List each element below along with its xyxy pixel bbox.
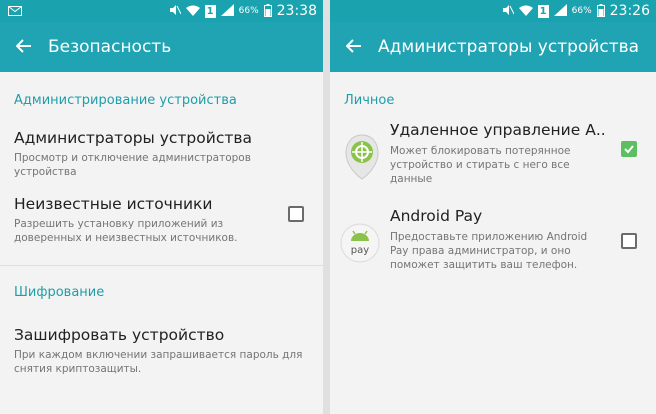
wifi-icon xyxy=(185,5,200,18)
battery-icon xyxy=(596,3,605,19)
admin-item-remote-control[interactable]: Удаленное управление А.. Может блокирова… xyxy=(330,119,656,207)
battery-percent: 66% xyxy=(238,6,259,16)
clock: 23:38 xyxy=(276,3,317,19)
admin-item-android-pay[interactable]: pay Android Pay Предоставьте приложению … xyxy=(330,207,656,272)
item-title: Удаленное управление А.. xyxy=(390,121,606,139)
item-subtitle: Предоставьте приложению Android Pay прав… xyxy=(390,231,588,271)
signal-icon xyxy=(553,4,567,18)
back-button[interactable] xyxy=(330,22,378,72)
status-bar: 1 66% 23:26 xyxy=(330,0,656,22)
unknown-sources-checkbox[interactable] xyxy=(288,206,304,222)
item-title: Администраторы устройства xyxy=(14,129,253,147)
status-bar: 1 66% 23:38 xyxy=(0,0,323,22)
item-subtitle: Просмотр и отключение администраторов ус… xyxy=(14,152,251,178)
item-subtitle: Может блокировать потерянное устройство … xyxy=(390,145,571,185)
back-arrow-icon xyxy=(345,38,362,57)
section-header-encryption: Шифрование xyxy=(14,285,105,300)
android-pay-icon-label: pay xyxy=(351,245,369,256)
mute-icon xyxy=(169,4,182,18)
section-header-device-admin: Администрирование устройства xyxy=(14,93,237,108)
screenshot-separator xyxy=(323,0,330,414)
app-bar: Безопасность xyxy=(0,22,323,72)
section-header-personal: Личное xyxy=(344,93,395,108)
item-title: Android Pay xyxy=(390,207,483,225)
android-pay-checkbox[interactable] xyxy=(621,233,637,249)
item-title: Зашифровать устройство xyxy=(14,326,225,344)
mute-icon xyxy=(502,4,515,18)
signal-icon xyxy=(220,4,234,18)
battery-icon xyxy=(263,3,272,19)
android-pay-icon: pay xyxy=(340,223,380,263)
item-subtitle: При каждом включении запрашивается парол… xyxy=(14,349,303,375)
item-subtitle: Разрешить установку приложений из довере… xyxy=(14,218,238,244)
back-button[interactable] xyxy=(0,22,48,72)
find-device-icon xyxy=(342,133,382,180)
battery-percent: 66% xyxy=(571,6,592,16)
remote-control-checkbox[interactable] xyxy=(621,141,637,157)
email-notification-icon xyxy=(8,6,22,16)
device-admins-screen: 1 66% 23:26 Администраторы устройства Ли… xyxy=(330,0,656,414)
app-bar: Администраторы устройства xyxy=(330,22,656,72)
sim-badge: 1 xyxy=(204,4,216,18)
page-title: Администраторы устройства xyxy=(378,37,640,57)
item-title: Неизвестные источники xyxy=(14,195,213,213)
unknown-sources-item[interactable]: Неизвестные источники Разрешить установк… xyxy=(0,187,323,265)
back-arrow-icon xyxy=(15,38,32,57)
clock: 23:26 xyxy=(609,3,650,19)
wifi-icon xyxy=(518,5,533,18)
security-screen: 1 66% 23:38 Безопасность Администрирован… xyxy=(0,0,323,414)
page-title: Безопасность xyxy=(48,37,172,57)
sim-badge: 1 xyxy=(537,4,549,18)
device-admins-item[interactable]: Администраторы устройства Просмотр и отк… xyxy=(0,117,323,187)
encrypt-device-item[interactable]: Зашифровать устройство При каждом включе… xyxy=(0,309,323,376)
